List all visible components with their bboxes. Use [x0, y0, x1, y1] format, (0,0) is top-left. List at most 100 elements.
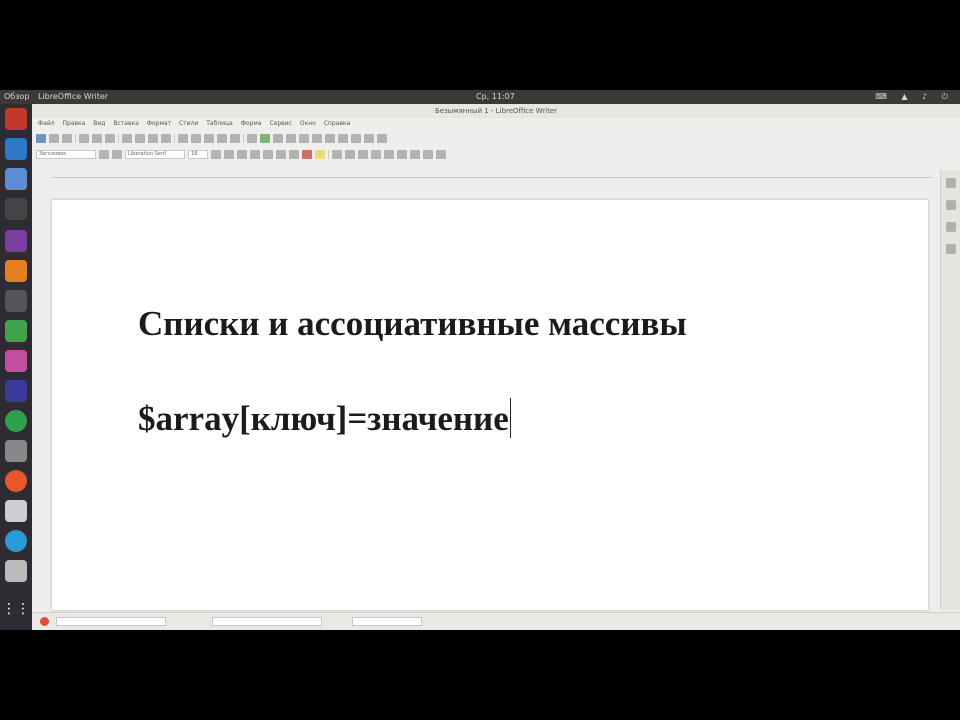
firefox-icon[interactable] — [5, 470, 27, 492]
insert-image-icon[interactable] — [260, 133, 270, 143]
writer-icon[interactable] — [5, 168, 27, 190]
document-heading[interactable]: Списки и ассоциативные массивы — [138, 304, 687, 344]
sidebar-deck — [940, 170, 960, 610]
track-changes-icon[interactable] — [338, 133, 348, 143]
record-macro-icon[interactable] — [40, 617, 49, 626]
formatting-marks-icon[interactable] — [230, 133, 240, 143]
cut-icon[interactable] — [122, 133, 132, 143]
highlight-icon[interactable] — [315, 149, 325, 159]
align-right-icon[interactable] — [358, 149, 368, 159]
save-icon[interactable] — [62, 133, 72, 143]
update-style-icon[interactable] — [99, 149, 109, 159]
open-icon[interactable] — [49, 133, 59, 143]
clock[interactable]: Ср, 11:07 — [476, 92, 515, 101]
indent-icon[interactable] — [410, 149, 420, 159]
menu-insert[interactable]: Вставка — [113, 120, 138, 127]
document-page[interactable]: Списки и ассоциативные массивы $array[кл… — [52, 200, 928, 610]
menu-file[interactable]: Файл — [38, 120, 55, 127]
new-style-icon[interactable] — [112, 149, 122, 159]
font-name-select[interactable]: Liberation Serif — [125, 149, 185, 159]
menu-view[interactable]: Вид — [93, 120, 105, 127]
line-icon[interactable] — [364, 133, 374, 143]
numbering-icon[interactable] — [397, 149, 407, 159]
print-icon[interactable] — [92, 133, 102, 143]
styles-icon[interactable] — [946, 200, 956, 210]
media-icon[interactable] — [5, 230, 27, 252]
system-tray[interactable]: ⌨ ▲ ♪ ⏻ — [875, 92, 954, 102]
standard-toolbar — [36, 131, 676, 145]
subscript-icon[interactable] — [276, 149, 286, 159]
activities-button[interactable]: Обзор — [4, 92, 29, 101]
find-replace-icon[interactable] — [204, 133, 214, 143]
navigator-icon[interactable] — [946, 244, 956, 254]
paragraph-style-select[interactable]: Заголовок — [36, 149, 96, 159]
menu-table[interactable]: Таблица — [206, 120, 233, 127]
editor-icon[interactable] — [5, 380, 27, 402]
font-color-icon[interactable] — [302, 149, 312, 159]
text-box-icon[interactable] — [351, 133, 361, 143]
launcher-dock: ⋮⋮ — [0, 104, 32, 630]
bold-icon[interactable] — [211, 149, 221, 159]
document-icon[interactable] — [5, 440, 27, 462]
image-icon[interactable] — [5, 350, 27, 372]
shapes-icon[interactable] — [377, 133, 387, 143]
status-style-field[interactable] — [212, 617, 322, 626]
app-menu[interactable]: LibreOffice Writer — [38, 92, 108, 101]
menu-styles[interactable]: Стили — [179, 120, 198, 127]
strikethrough-icon[interactable] — [250, 149, 260, 159]
files-icon[interactable] — [5, 260, 27, 282]
undo-icon[interactable] — [178, 133, 188, 143]
document-code-line[interactable]: $array[ключ]=значение — [138, 398, 511, 439]
trash-icon[interactable] — [5, 560, 27, 582]
hyperlink-icon[interactable] — [299, 133, 309, 143]
clone-format-icon[interactable] — [161, 133, 171, 143]
calculator-icon[interactable] — [5, 198, 27, 220]
toolbar-separator — [328, 149, 329, 159]
spreadsheet-icon[interactable] — [5, 320, 27, 342]
font-size-select[interactable]: 18 — [188, 149, 208, 159]
properties-icon[interactable] — [946, 178, 956, 188]
superscript-icon[interactable] — [263, 149, 273, 159]
menu-window[interactable]: Окно — [300, 120, 316, 127]
align-left-icon[interactable] — [332, 149, 342, 159]
menu-tools[interactable]: Сервис — [269, 120, 291, 127]
footnote-icon[interactable] — [312, 133, 322, 143]
notes-icon[interactable] — [5, 500, 27, 522]
copy-icon[interactable] — [135, 133, 145, 143]
toolbar-separator — [75, 133, 76, 143]
browser-icon[interactable] — [5, 138, 27, 160]
redo-icon[interactable] — [191, 133, 201, 143]
outdent-icon[interactable] — [423, 149, 433, 159]
telegram-icon[interactable] — [5, 530, 27, 552]
spelling-icon[interactable] — [217, 133, 227, 143]
align-center-icon[interactable] — [345, 149, 355, 159]
gallery-icon[interactable] — [946, 222, 956, 232]
underline-icon[interactable] — [237, 149, 247, 159]
toolbar-separator — [243, 133, 244, 143]
italic-icon[interactable] — [224, 149, 234, 159]
export-pdf-icon[interactable] — [79, 133, 89, 143]
chrome-icon[interactable] — [5, 410, 27, 432]
line-spacing-icon[interactable] — [436, 149, 446, 159]
status-page-field[interactable] — [56, 617, 166, 626]
app-icon[interactable] — [5, 108, 27, 130]
horizontal-ruler[interactable] — [52, 170, 932, 178]
new-document-icon[interactable] — [36, 133, 46, 143]
insert-table-icon[interactable] — [247, 133, 257, 143]
special-character-icon[interactable] — [286, 133, 296, 143]
menu-help[interactable]: Справка — [324, 120, 350, 127]
insert-chart-icon[interactable] — [273, 133, 283, 143]
justify-icon[interactable] — [371, 149, 381, 159]
shadow-icon[interactable] — [289, 149, 299, 159]
menu-edit[interactable]: Правка — [63, 120, 86, 127]
menu-form[interactable]: Форма — [241, 120, 262, 127]
show-apps-icon[interactable]: ⋮⋮ — [2, 598, 30, 620]
comment-icon[interactable] — [325, 133, 335, 143]
print-preview-icon[interactable] — [105, 133, 115, 143]
top-panel: Обзор LibreOffice Writer Ср, 11:07 ⌨ ▲ ♪… — [0, 90, 960, 104]
terminal-icon[interactable] — [5, 290, 27, 312]
menu-format[interactable]: Формат — [147, 120, 171, 127]
status-language-field[interactable] — [352, 617, 422, 626]
bullets-icon[interactable] — [384, 149, 394, 159]
paste-icon[interactable] — [148, 133, 158, 143]
